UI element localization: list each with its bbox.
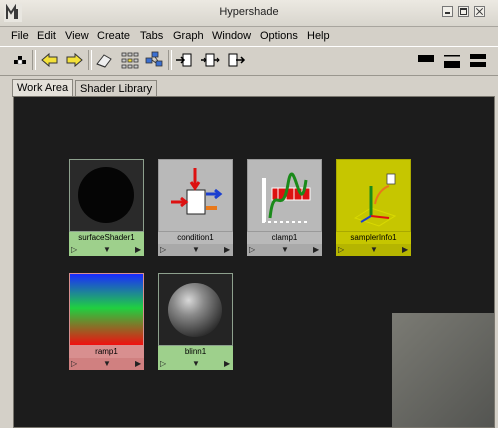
- condition-icon: [171, 168, 223, 215]
- node-label: condition1: [158, 232, 233, 244]
- node-blinn[interactable]: blinn1 ▷ ▼ ▶: [158, 273, 233, 370]
- gray-sphere-icon: [168, 283, 222, 337]
- close-icon[interactable]: [474, 6, 485, 17]
- surface-shader-swatch: [69, 159, 144, 232]
- menu-options[interactable]: Options: [260, 30, 298, 42]
- node-ports: ▷ ▼ ▶: [158, 358, 233, 370]
- node-condition[interactable]: condition1 ▷ ▼ ▶: [158, 159, 233, 256]
- sampler-icon: [353, 173, 397, 227]
- clamp-swatch: [247, 159, 322, 232]
- node-ports: ▷ ▼ ▶: [69, 244, 144, 256]
- node-label: clamp1: [247, 232, 322, 244]
- node-surface-shader[interactable]: surfaceShader1 ▷ ▼ ▶: [69, 159, 144, 256]
- layout-bottom-icon[interactable]: [442, 50, 462, 70]
- node-ports: ▷ ▼ ▶: [158, 244, 233, 256]
- expand-port-icon[interactable]: ▼: [370, 244, 378, 256]
- node-sampler-info[interactable]: samplerInfo1 ▷ ▼ ▶: [336, 159, 411, 256]
- input-port-icon[interactable]: ▷: [71, 358, 77, 370]
- layout-top-icon[interactable]: [416, 50, 436, 70]
- checker-icon[interactable]: [10, 50, 30, 70]
- output-port-icon[interactable]: ▶: [224, 244, 230, 256]
- expand-port-icon[interactable]: ▼: [192, 358, 200, 370]
- window-title: Hypershade: [219, 6, 279, 18]
- graph-network-icon[interactable]: [144, 50, 164, 70]
- expand-port-icon[interactable]: ▼: [192, 244, 200, 256]
- node-label: ramp1: [69, 346, 144, 358]
- background-image-region: [392, 313, 494, 427]
- input-port-icon[interactable]: ▷: [160, 358, 166, 370]
- menu-tabs[interactable]: Tabs: [140, 30, 163, 42]
- menu-view[interactable]: View: [65, 30, 89, 42]
- back-arrow-icon[interactable]: [40, 50, 60, 70]
- expand-port-icon[interactable]: ▼: [281, 244, 289, 256]
- output-port-icon[interactable]: ▶: [135, 358, 141, 370]
- menu-graph[interactable]: Graph: [173, 30, 204, 42]
- menu-file[interactable]: File: [11, 30, 29, 42]
- black-sphere-icon: [78, 167, 134, 223]
- output-port-icon[interactable]: ▶: [224, 358, 230, 370]
- node-label: blinn1: [158, 346, 233, 358]
- menu-edit[interactable]: Edit: [37, 30, 56, 42]
- input-port-icon[interactable]: ▷: [160, 244, 166, 256]
- input-connections-icon[interactable]: [174, 50, 194, 70]
- output-port-icon[interactable]: ▶: [135, 244, 141, 256]
- output-connections-icon[interactable]: [226, 50, 246, 70]
- grid-layout-icon[interactable]: [120, 50, 140, 70]
- node-ramp[interactable]: ramp1 ▷ ▼ ▶: [69, 273, 144, 370]
- menu-window[interactable]: Window: [212, 30, 251, 42]
- input-port-icon[interactable]: ▷: [249, 244, 255, 256]
- layout-split-icon[interactable]: [468, 50, 488, 70]
- expand-port-icon[interactable]: ▼: [103, 358, 111, 370]
- input-output-connections-icon[interactable]: [200, 50, 220, 70]
- input-port-icon[interactable]: ▷: [338, 244, 344, 256]
- node-ports: ▷ ▼ ▶: [69, 358, 144, 370]
- eraser-icon[interactable]: [94, 50, 114, 70]
- work-area-canvas[interactable]: surfaceShader1 ▷ ▼ ▶ condition1 ▷ ▼ ▶ cl…: [13, 96, 495, 428]
- minimize-icon[interactable]: [442, 6, 453, 17]
- node-label: samplerInfo1: [336, 232, 411, 244]
- menu-create[interactable]: Create: [97, 30, 130, 42]
- node-label: surfaceShader1: [69, 232, 144, 244]
- title-bar: Hypershade: [0, 0, 498, 27]
- input-port-icon[interactable]: ▷: [71, 244, 77, 256]
- node-ports: ▷ ▼ ▶: [336, 244, 411, 256]
- blinn-swatch: [158, 273, 233, 346]
- node-ports: ▷ ▼ ▶: [247, 244, 322, 256]
- maximize-icon[interactable]: [458, 6, 469, 17]
- clamp-icon: [262, 172, 311, 223]
- menu-bar: File Edit View Create Tabs Graph Window …: [0, 27, 498, 46]
- sampler-info-swatch: [336, 159, 411, 232]
- node-clamp[interactable]: clamp1 ▷ ▼ ▶: [247, 159, 322, 256]
- toolbar-separator: [168, 50, 172, 70]
- toolbar: [0, 46, 498, 76]
- output-port-icon[interactable]: ▶: [402, 244, 408, 256]
- condition-swatch: [158, 159, 233, 232]
- forward-arrow-icon[interactable]: [64, 50, 84, 70]
- output-port-icon[interactable]: ▶: [313, 244, 319, 256]
- toolbar-separator: [88, 50, 92, 70]
- toolbar-separator: [32, 50, 36, 70]
- expand-port-icon[interactable]: ▼: [103, 244, 111, 256]
- tab-work-area[interactable]: Work Area: [12, 79, 74, 97]
- ramp-gradient-swatch: [69, 273, 144, 346]
- menu-help[interactable]: Help: [307, 30, 330, 42]
